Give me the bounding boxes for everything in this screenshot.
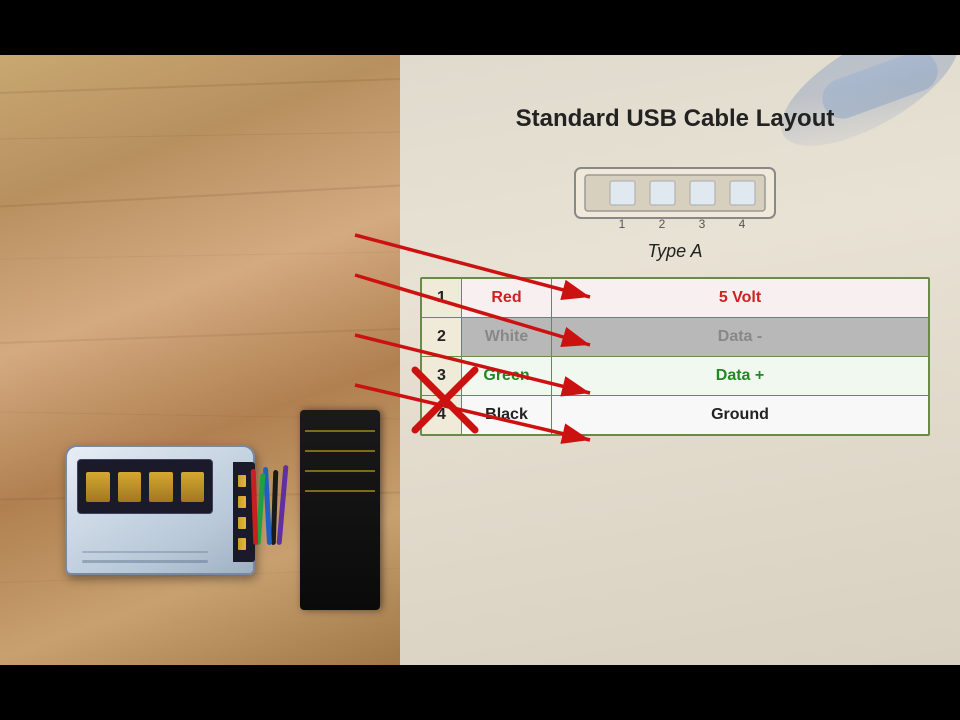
pin-color-label: Black: [462, 396, 552, 434]
pin-function-label: Ground: [552, 396, 928, 434]
usb-plug-svg: 1 2 3 4: [565, 153, 785, 233]
usb-diagram: 1 2 3 4 Type A: [420, 153, 930, 262]
pin-function-label: 5 Volt: [552, 279, 928, 317]
pin-table: 1 Red 5 Volt 2 White Data - 3 Green Data…: [420, 277, 930, 436]
pin-color-label: Green: [462, 357, 552, 395]
content-area: Standard USB Cable Layout 1 2 3: [0, 55, 960, 665]
main-container: Standard USB Cable Layout 1 2 3: [0, 0, 960, 720]
table-row: 4 Black Ground: [422, 396, 928, 434]
svg-text:3: 3: [699, 217, 706, 231]
photo-area: [0, 55, 400, 665]
pin-color-label: Red: [462, 279, 552, 317]
pin-number: 1: [422, 279, 462, 317]
svg-text:1: 1: [619, 217, 626, 231]
pin-function-label: Data -: [552, 318, 928, 356]
pin-function-label: Data +: [552, 357, 928, 395]
type-label: Type A: [647, 241, 702, 262]
svg-text:4: 4: [739, 217, 746, 231]
page-title: Standard USB Cable Layout: [420, 105, 930, 133]
table-row: 3 Green Data +: [422, 357, 928, 396]
svg-text:2: 2: [659, 217, 666, 231]
bottom-bar: [0, 665, 960, 720]
table-row: 1 Red 5 Volt: [422, 279, 928, 318]
top-bar: [0, 0, 960, 55]
pin-number: 4: [422, 396, 462, 434]
pin-number: 3: [422, 357, 462, 395]
info-area: Standard USB Cable Layout 1 2 3: [390, 55, 960, 665]
table-row: 2 White Data -: [422, 318, 928, 357]
pin-number: 2: [422, 318, 462, 356]
pin-color-label: White: [462, 318, 552, 356]
